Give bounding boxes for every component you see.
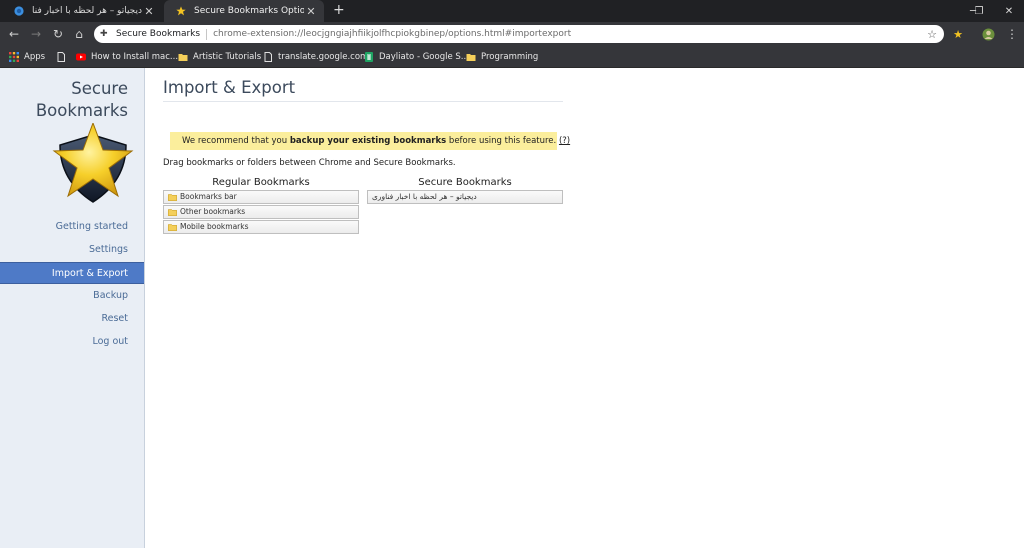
folder-label: Other bookmarks — [180, 207, 246, 216]
drag-hint: Drag bookmarks or folders between Chrome… — [163, 158, 456, 168]
bookmark-dayliato[interactable]: Dayliato - Google S... — [364, 50, 469, 64]
bookmark-label: Programming — [481, 52, 539, 62]
restore-icon[interactable]: ❐ — [962, 0, 996, 22]
bookmark-programming[interactable]: Programming — [466, 50, 538, 64]
bookmarks-bar: Apps How to Install mac... Artistic Tuto… — [0, 46, 1024, 68]
notice-text: We recommend that you — [182, 136, 290, 146]
tab-secure-bookmarks[interactable]: Secure Bookmarks Options ✕ — [164, 0, 324, 22]
window-close-icon[interactable]: ✕ — [992, 0, 1024, 22]
regular-folder-mobile-bookmarks[interactable]: Mobile bookmarks — [163, 220, 359, 234]
divider — [206, 28, 208, 40]
regular-folder-other-bookmarks[interactable]: Other bookmarks — [163, 205, 359, 219]
bookmark-label: Dayliato - Google S... — [379, 52, 469, 62]
page-title: Import & Export — [163, 78, 563, 102]
sidebar-item-reset[interactable]: Reset — [0, 308, 144, 330]
shield-star-logo-icon — [52, 123, 134, 203]
star-icon — [176, 6, 186, 16]
sidebar-item-backup[interactable]: Backup — [0, 285, 144, 307]
secure-bookmark-label: دیجیاتو – هر لحظه با اخبار فناوری — [372, 192, 477, 201]
bookmark-translate[interactable]: translate.google.com — [263, 50, 368, 64]
reload-icon[interactable]: ↻ — [50, 26, 66, 42]
sidebar-item-getting-started[interactable]: Getting started — [0, 216, 144, 238]
bookmark-how-to-install[interactable]: How to Install mac... — [76, 50, 178, 64]
sidebar-item-log-out[interactable]: Log out — [0, 331, 144, 353]
new-tab-icon[interactable]: + — [333, 2, 345, 18]
regular-bookmarks-heading: Regular Bookmarks — [212, 177, 310, 188]
brand-line: Secure — [71, 79, 128, 98]
avatar-icon — [982, 28, 994, 40]
secure-bookmark-item[interactable]: دیجیاتو – هر لحظه با اخبار فناوری — [367, 190, 563, 204]
tab-strip: دیجیاتو – هر لحظه با اخبار فناوری ✕ Secu… — [0, 0, 1024, 22]
bookmark-label: Apps — [24, 52, 46, 62]
sidebar-item-import-export[interactable]: Import & Export — [0, 262, 144, 284]
folder-label: Mobile bookmarks — [180, 222, 249, 231]
bookmark-label: translate.google.com — [278, 52, 369, 62]
folder-icon — [168, 193, 177, 201]
sidebar: Secure Bookmarks Getting started Setting… — [0, 68, 145, 548]
page-icon — [264, 52, 272, 62]
notice-bold-text: backup your existing bookmarks — [289, 136, 447, 146]
regular-folder-bookmarks-bar[interactable]: Bookmarks bar — [163, 190, 359, 204]
browser-toolbar: ← → ↻ ⌂ ✚ Secure Bookmarks chrome-extens… — [0, 22, 1024, 46]
close-tab-icon[interactable]: ✕ — [142, 5, 156, 18]
tab-digiato[interactable]: دیجیاتو – هر لحظه با اخبار فناوری ✕ — [2, 0, 162, 22]
notice-text: before using this feature. — [446, 136, 559, 146]
site-label: Secure Bookmarks — [116, 29, 201, 39]
folder-icon — [466, 54, 476, 61]
home-icon[interactable]: ⌂ — [71, 26, 87, 42]
tab-title: دیجیاتو – هر لحظه با اخبار فناوری — [32, 6, 142, 16]
bookmark-artistic-tutorials[interactable]: Artistic Tutorials — [178, 50, 261, 64]
extension-icon: ✚ — [100, 29, 108, 39]
address-bar[interactable]: ✚ Secure Bookmarks chrome-extension://le… — [94, 25, 944, 43]
profile-avatar[interactable] — [980, 26, 996, 42]
page-icon — [57, 52, 65, 62]
secure-bookmarks-extension-icon[interactable]: ★ — [950, 26, 966, 42]
bookmark-label: Artistic Tutorials — [193, 52, 262, 62]
bookmark-label: How to Install mac... — [91, 52, 179, 62]
backup-notice: We recommend that you backup your existi… — [170, 132, 570, 150]
bookmark-apps[interactable]: Apps — [9, 50, 45, 64]
close-tab-icon[interactable]: ✕ — [304, 5, 318, 18]
sheets-icon — [365, 52, 373, 62]
secure-bookmarks-heading: Secure Bookmarks — [418, 177, 512, 188]
url-text[interactable]: chrome-extension://leocjgngiajhfiikjolfh… — [213, 29, 924, 39]
folder-icon — [168, 223, 177, 231]
apps-grid-icon — [9, 52, 19, 62]
help-link[interactable]: (?) — [559, 136, 570, 146]
sidebar-item-settings[interactable]: Settings — [0, 239, 144, 261]
brand-title: Secure Bookmarks — [36, 78, 128, 122]
bookmark-page[interactable] — [56, 50, 71, 64]
menu-icon[interactable]: ⋮ — [1004, 26, 1020, 42]
folder-label: Bookmarks bar — [180, 192, 237, 201]
folder-icon — [178, 54, 188, 61]
youtube-icon — [76, 53, 86, 61]
folder-icon — [168, 208, 177, 216]
bookmark-star-icon[interactable]: ☆ — [924, 28, 940, 41]
tab-title: Secure Bookmarks Options — [194, 6, 304, 16]
globe-icon — [14, 6, 24, 16]
brand-line: Bookmarks — [35, 101, 128, 120]
forward-icon[interactable]: → — [28, 26, 44, 42]
back-icon[interactable]: ← — [6, 26, 22, 42]
